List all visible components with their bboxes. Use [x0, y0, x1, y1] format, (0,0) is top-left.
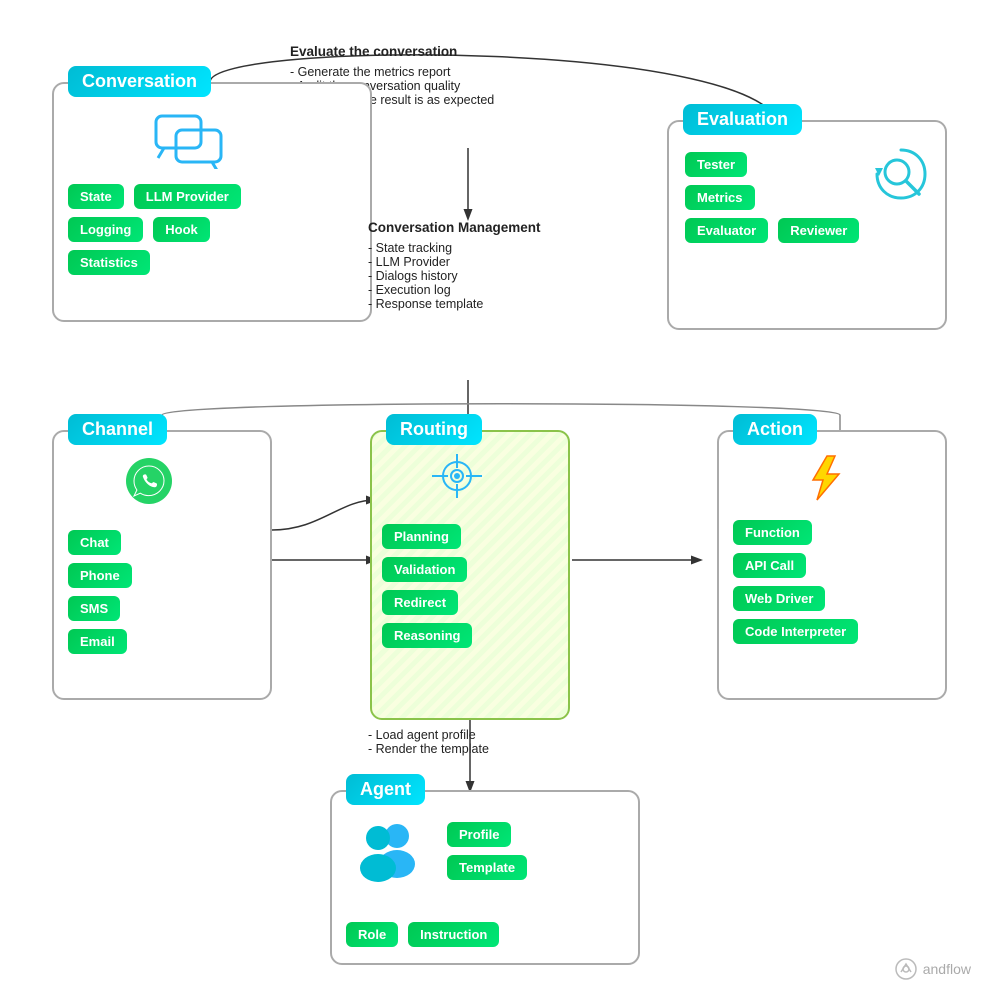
- main-diagram: Evaluate the conversation - Generate the…: [0, 0, 999, 1000]
- statistics-btn[interactable]: Statistics: [68, 250, 150, 275]
- conv-mgmt-item-1: - State tracking: [368, 241, 541, 255]
- action-title: Action: [733, 414, 817, 445]
- redirect-btn[interactable]: Redirect: [382, 590, 458, 615]
- tester-btn[interactable]: Tester: [685, 152, 747, 177]
- phone-btn[interactable]: Phone: [68, 563, 132, 588]
- action-box: Action Function API Call Web Driver Code…: [717, 430, 947, 700]
- instruction-btn[interactable]: Instruction: [408, 922, 499, 947]
- conv-mgmt-item-4: - Execution log: [368, 283, 541, 297]
- sms-btn[interactable]: SMS: [68, 596, 120, 621]
- routing-title: Routing: [386, 414, 482, 445]
- agent-bottom-buttons: Role Instruction: [346, 922, 499, 947]
- hook-btn[interactable]: Hook: [153, 217, 210, 242]
- conversation-box: Conversation State LLM Provider Logging …: [52, 82, 372, 322]
- web-driver-btn[interactable]: Web Driver: [733, 586, 825, 611]
- reasoning-btn[interactable]: Reasoning: [382, 623, 472, 648]
- evaluate-item-1: - Generate the metrics report: [290, 65, 494, 79]
- evaluation-title: Evaluation: [683, 104, 802, 135]
- llm-provider-btn[interactable]: LLM Provider: [134, 184, 241, 209]
- andflow-icon: [895, 958, 917, 980]
- watermark-text: andflow: [923, 961, 971, 977]
- whatsapp-icon: [124, 456, 174, 511]
- reviewer-btn[interactable]: Reviewer: [778, 218, 859, 243]
- agent-load-item-2: - Render the template: [368, 742, 489, 756]
- agent-right-buttons: Profile Template: [447, 822, 527, 880]
- conv-mgmt-item-5: - Response template: [368, 297, 541, 311]
- code-interpreter-btn[interactable]: Code Interpreter: [733, 619, 858, 644]
- conv-mgmt-title: Conversation Management: [368, 220, 541, 235]
- agent-box: Agent Profile Template Role Instruction: [330, 790, 640, 965]
- conv-mgmt-item-3: - Dialogs history: [368, 269, 541, 283]
- channel-buttons: Chat Phone SMS Email: [68, 522, 132, 654]
- conversation-buttons: State LLM Provider Logging Hook Statisti…: [68, 184, 241, 275]
- review-icon: [869, 142, 929, 207]
- chat-btn[interactable]: Chat: [68, 530, 121, 555]
- agent-title: Agent: [346, 774, 425, 805]
- evaluation-box: Evaluation Tester Metrics Evaluator Revi: [667, 120, 947, 330]
- evaluation-buttons: Tester Metrics Evaluator Reviewer: [685, 152, 859, 243]
- email-btn[interactable]: Email: [68, 629, 127, 654]
- routing-buttons: Planning Validation Redirect Reasoning: [382, 516, 472, 648]
- metrics-btn[interactable]: Metrics: [685, 185, 755, 210]
- action-buttons: Function API Call Web Driver Code Interp…: [733, 520, 858, 644]
- profile-btn[interactable]: Profile: [447, 822, 511, 847]
- agent-load-item-1: - Load agent profile: [368, 728, 489, 742]
- api-call-btn[interactable]: API Call: [733, 553, 806, 578]
- channel-box: Channel Chat Phone SMS Email: [52, 430, 272, 700]
- validation-btn[interactable]: Validation: [382, 557, 467, 582]
- chat-icon: [154, 114, 224, 174]
- agent-person-icon: [352, 820, 424, 887]
- role-btn[interactable]: Role: [346, 922, 398, 947]
- channel-title: Channel: [68, 414, 167, 445]
- lightning-icon: [799, 452, 851, 509]
- planning-btn[interactable]: Planning: [382, 524, 461, 549]
- routing-target-icon: [432, 454, 482, 503]
- watermark: andflow: [895, 958, 971, 980]
- conv-mgmt-block: Conversation Management - State tracking…: [368, 220, 541, 311]
- template-btn[interactable]: Template: [447, 855, 527, 880]
- routing-box: Routing Planning: [370, 430, 570, 720]
- function-btn[interactable]: Function: [733, 520, 812, 545]
- state-btn[interactable]: State: [68, 184, 124, 209]
- conversation-title: Conversation: [68, 66, 211, 97]
- logging-btn[interactable]: Logging: [68, 217, 143, 242]
- agent-load-block: - Load agent profile - Render the templa…: [368, 728, 489, 756]
- evaluator-btn[interactable]: Evaluator: [685, 218, 768, 243]
- evaluate-title: Evaluate the conversation: [290, 44, 494, 59]
- conv-mgmt-item-2: - LLM Provider: [368, 255, 541, 269]
